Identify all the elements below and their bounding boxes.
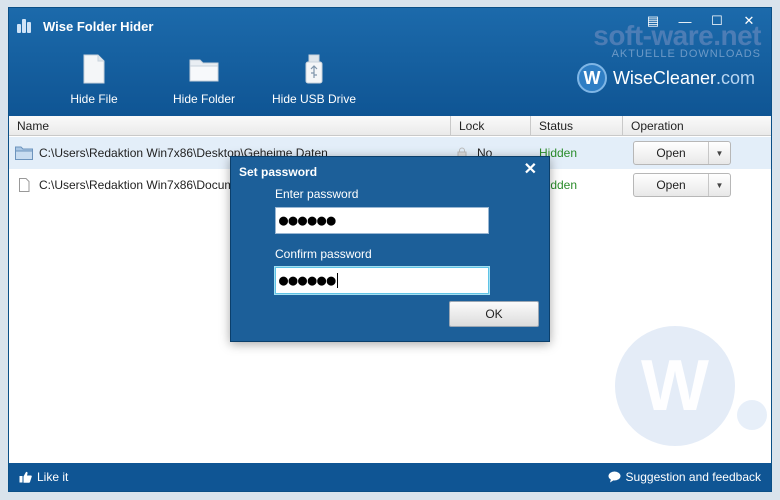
usb-drive-icon — [305, 54, 323, 84]
chat-bubble-icon — [608, 471, 621, 483]
column-name[interactable]: Name — [9, 116, 451, 136]
confirm-password-value: ●●●●●● — [279, 271, 337, 289]
column-operation[interactable]: Operation — [623, 116, 771, 136]
header-bar: Wise Folder Hider ▤ — ☐ ✕ Hide File Hide… — [9, 8, 771, 116]
open-button[interactable]: Open ▼ — [633, 173, 731, 197]
chevron-down-icon[interactable]: ▼ — [708, 174, 730, 196]
watermark-subtitle: AKTUELLE DOWNLOADS — [611, 48, 761, 60]
table-header: Name Lock Status Operation — [9, 116, 771, 136]
hide-folder-label: Hide Folder — [172, 92, 236, 106]
hide-folder-button[interactable]: Hide Folder — [149, 54, 259, 106]
toolbar: Hide File Hide Folder Hide USB Drive — [39, 54, 369, 106]
hide-file-label: Hide File — [70, 92, 118, 106]
hide-file-button[interactable]: Hide File — [39, 54, 149, 106]
set-password-dialog: Set password ✕ Enter password ●●●●●● Con… — [230, 156, 550, 342]
confirm-password-label: Confirm password — [275, 247, 372, 261]
wisecleaner-logo-icon: W — [576, 63, 607, 93]
confirm-password-field[interactable]: ●●●●●● — [275, 267, 489, 294]
enter-password-field[interactable]: ●●●●●● — [275, 207, 489, 234]
footer-bar: Like it Suggestion and feedback — [9, 463, 771, 491]
column-status[interactable]: Status — [531, 116, 623, 136]
text-caret — [337, 273, 339, 288]
column-lock[interactable]: Lock — [451, 116, 531, 136]
feedback-link[interactable]: Suggestion and feedback — [608, 470, 761, 484]
hide-usb-button[interactable]: Hide USB Drive — [259, 54, 369, 106]
file-icon — [19, 178, 30, 192]
chevron-down-icon[interactable]: ▼ — [708, 142, 730, 164]
watermark: soft-ware.net AKTUELLE DOWNLOADS — [593, 20, 761, 61]
title-row: Wise Folder Hider — [17, 16, 153, 36]
open-button[interactable]: Open ▼ — [633, 141, 731, 165]
app-title: Wise Folder Hider — [43, 18, 154, 34]
hide-usb-label: Hide USB Drive — [271, 92, 357, 106]
enter-password-label: Enter password — [275, 187, 359, 201]
like-it-label: Like it — [37, 470, 69, 484]
wisecleaner-domain: .com — [715, 67, 755, 88]
file-icon — [83, 54, 105, 84]
like-it-link[interactable]: Like it — [19, 470, 68, 484]
row-path: C:\Users\Redaktion Win7x86\Docum — [39, 178, 235, 192]
app-logo-icon — [17, 19, 35, 33]
folder-icon — [189, 59, 219, 82]
close-icon[interactable]: ✕ — [524, 159, 537, 179]
watermark-dot — [737, 400, 767, 430]
feedback-label: Suggestion and feedback — [625, 470, 761, 484]
wisecleaner-name: WiseCleaner — [612, 67, 716, 88]
wisecleaner-brand[interactable]: W WiseCleaner .com — [576, 63, 755, 93]
wisecleaner-watermark-logo: W — [615, 326, 735, 446]
ok-button[interactable]: OK — [449, 301, 539, 327]
open-button-label: Open — [656, 146, 686, 160]
dialog-title: Set password — [239, 165, 318, 179]
folder-icon — [15, 146, 33, 160]
thumbs-up-icon — [19, 471, 32, 483]
open-button-label: Open — [656, 178, 686, 192]
watermark-site: soft-ware.net — [593, 20, 761, 51]
